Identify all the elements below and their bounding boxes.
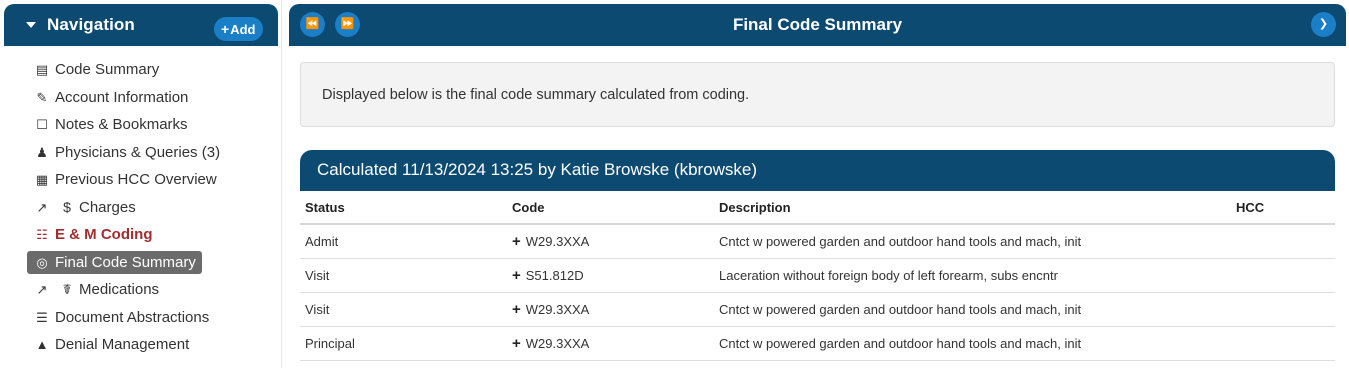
column-header-code[interactable]: Code [507,191,714,225]
final-code-table: Status Code Description HCC Admit + W29.3… [300,191,1335,361]
sidebar-item-label: E & M Coding [55,226,153,244]
navigation-header: Navigation +Add [4,4,278,46]
plus-icon[interactable]: + [512,233,521,250]
sidebar-item-label: Notes & Bookmarks [55,116,188,134]
code-value: W29.3XXA [525,233,590,249]
external-link-icon: ↗ [36,199,48,215]
sidebar-item-em-coding[interactable]: ☷ E & M Coding [27,221,279,249]
status-cell: Admit [300,224,507,259]
clipboard-icon: ☷ [36,227,48,243]
calculation-title: Calculated 11/13/2024 13:25 by Katie Bro… [317,160,758,179]
description-cell: Cntct w powered garden and outdoor hand … [714,326,1231,361]
description-cell: Laceration without foreign body of left … [714,258,1231,293]
note-icon: ☐ [36,117,48,133]
sidebar-item-label: Medications [79,281,160,299]
sidebar-item-charges[interactable]: ↗ $ Charges [27,194,279,222]
column-header-description[interactable]: Description [714,191,1231,225]
add-button[interactable]: +Add [214,17,264,41]
description-cell: Cntct w powered garden and outdoor hand … [714,292,1231,327]
code-value: W29.3XXA [525,301,590,317]
sidebar-item-medications[interactable]: ↗ ☤ Medications [27,276,279,304]
sidebar-item-label: Charges [79,198,136,216]
add-button-label: Add [230,22,256,37]
table-row: Admit + W29.3XXA Cntct w powered garden a… [300,224,1335,259]
hcc-cell [1231,326,1335,361]
hcc-cell [1231,258,1335,293]
sidebar-item-label: Code Summary [55,61,160,79]
sidebar-item-account-information[interactable]: ✎ Account Information [27,84,279,112]
navigation-sidebar: Navigation +Add ▤ Code Summary ✎ Account I… [0,0,282,368]
code-value: S51.812D [525,267,584,283]
table-row: Visit + S51.812D Laceration without forei… [300,258,1335,293]
sidebar-item-label: Account Information [55,88,189,106]
code-cell: + S51.812D [507,258,714,293]
code-cell: + W29.3XXA [507,292,714,327]
navigation-title: Navigation [47,15,135,34]
pencil-icon: ✎ [36,89,48,105]
status-cell: Principal [300,326,507,361]
warning-icon: ▲ [35,337,49,353]
main-header: ⏪ ⏩ Final Code Summary ❯ [289,4,1346,46]
navigation-list: ▤ Code Summary ✎ Account Information ☐ Note… [27,56,279,359]
calculation-panel-header: Calculated 11/13/2024 13:25 by Katie Bro… [300,150,1335,191]
calendar-icon: ▦ [35,172,49,188]
description-cell: Cntct w powered garden and outdoor hand … [714,224,1231,259]
chevron-right-icon[interactable]: ❯ [1311,12,1336,37]
sidebar-item-label: Physicians & Queries (3) [55,143,221,161]
sidebar-item-label: Previous HCC Overview [55,171,217,189]
code-value: W29.3XXA [525,335,590,351]
plus-icon: + [221,21,230,37]
page-title: Final Code Summary [732,15,903,34]
info-box: Displayed below is the final code summar… [300,62,1335,127]
plus-icon[interactable]: + [512,267,521,284]
sidebar-item-label: Final Code Summary [55,254,196,272]
table-header-row: Status Code Description HCC [300,191,1335,225]
dollar-icon: $ [63,198,71,215]
medkit-icon: ☤ [62,281,72,298]
sidebar-item-notes-bookmarks[interactable]: ☐ Notes & Bookmarks [27,111,279,139]
code-cell: + W29.3XXA [507,224,714,259]
caret-down-icon[interactable] [26,22,36,28]
hcc-cell [1231,292,1335,327]
code-cell: + W29.3XXA [507,326,714,361]
newspaper-icon: ▤ [35,62,49,78]
list-icon: ☰ [36,309,48,325]
column-header-status[interactable]: Status [300,191,507,225]
plus-icon[interactable]: + [512,301,521,318]
hcc-cell [1231,224,1335,259]
target-icon: ◎ [36,255,48,271]
info-text: Displayed below is the final code summar… [322,87,750,103]
sidebar-item-previous-hcc-overview[interactable]: ▦ Previous HCC Overview [27,166,279,194]
plus-icon[interactable]: + [512,335,521,352]
sidebar-item-code-summary[interactable]: ▤ Code Summary [27,56,279,84]
external-link-icon: ↗ [36,282,48,298]
sidebar-item-denial-management[interactable]: ▲ Denial Management [27,331,279,359]
table-row: Visit + W29.3XXA Cntct w powered garden a… [300,292,1335,327]
sidebar-item-physicians-queries[interactable]: ♟ Physicians & Queries (3) [27,139,279,167]
physician-icon: ♟ [36,144,48,160]
table-row: Principal + W29.3XXA Cntct w powered gard… [300,326,1335,361]
sidebar-item-document-abstractions[interactable]: ☰ Document Abstractions [27,304,279,332]
column-header-hcc[interactable]: HCC [1231,191,1335,225]
status-cell: Visit [300,292,507,327]
sidebar-item-final-code-summary[interactable]: ◎ Final Code Summary [27,250,202,274]
sidebar-item-label: Document Abstractions [55,308,210,326]
sidebar-item-label: Denial Management [55,336,190,354]
status-cell: Visit [300,258,507,293]
